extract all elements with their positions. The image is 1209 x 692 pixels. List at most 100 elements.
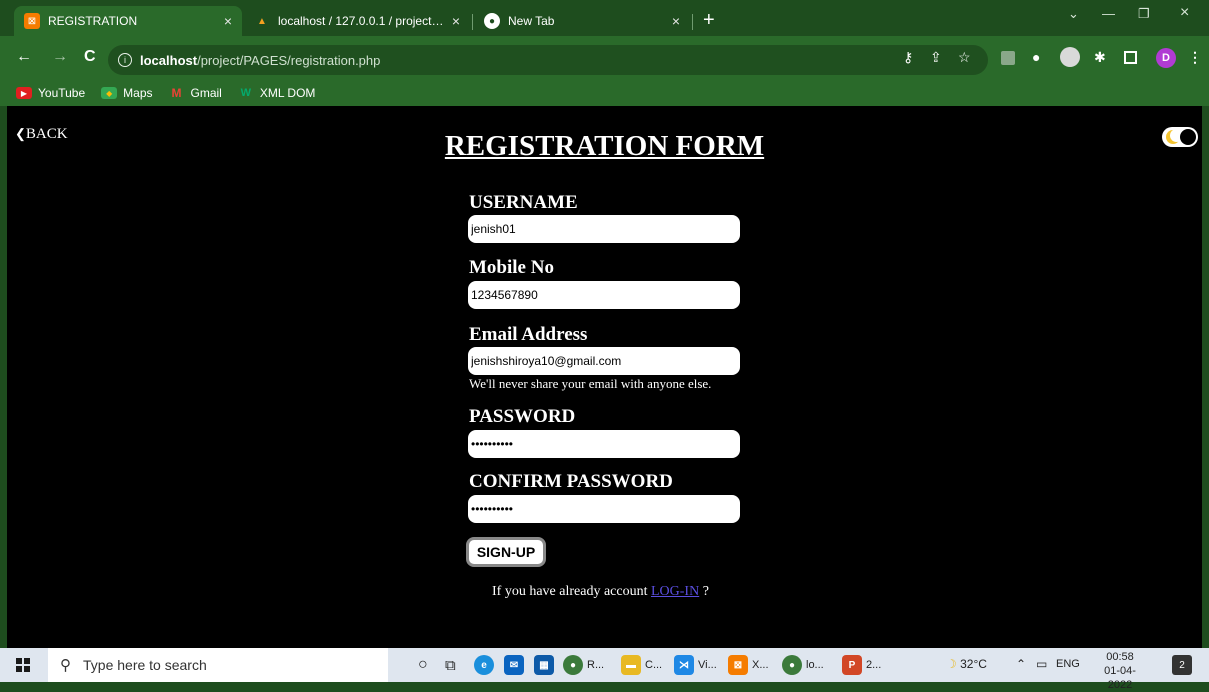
- gmail-icon: M: [171, 86, 182, 100]
- username-input[interactable]: [468, 215, 740, 243]
- new-tab-button[interactable]: +: [703, 10, 715, 30]
- address-path: /project/PAGES/registration.php: [197, 52, 381, 68]
- site-info-icon[interactable]: i: [118, 53, 132, 67]
- clock-date: 01-04-2022: [1104, 665, 1136, 691]
- tab-new-tab[interactable]: ● New Tab ×: [474, 6, 690, 36]
- tray-expand-icon[interactable]: ⌃: [1016, 657, 1026, 671]
- mobile-label: Mobile No: [469, 257, 554, 278]
- theme-toggle[interactable]: [1162, 127, 1198, 147]
- tab-title: localhost / 127.0.0.1 / project / m: [278, 14, 444, 28]
- windows-taskbar: ⚲ Type here to search ○ ⧉ e ✉ ▦ ● R... ▬ C…: [0, 648, 1209, 691]
- reload-icon[interactable]: C: [84, 48, 96, 66]
- chrome-icon: ●: [563, 655, 583, 675]
- signup-button[interactable]: SIGN-UP: [466, 537, 546, 567]
- login-prompt-text: If you have already account: [492, 584, 648, 599]
- taskbar-app-label: Vi...: [698, 659, 717, 671]
- bookmark-label: Gmail: [190, 86, 222, 100]
- vscode-icon: ⋊: [674, 655, 694, 675]
- confirm-password-label: CONFIRM PASSWORD: [469, 471, 673, 492]
- tab-search-icon[interactable]: ⌄: [1068, 6, 1079, 22]
- store-icon: ▦: [534, 655, 554, 675]
- tab-separator: [472, 14, 473, 30]
- bookmark-label: Maps: [123, 86, 153, 100]
- key-icon[interactable]: ⚷: [903, 49, 913, 66]
- taskbar-app[interactable]: ● lo...: [782, 653, 824, 677]
- extension-icon[interactable]: ●: [1032, 49, 1040, 65]
- clock-time: 00:58: [1106, 651, 1134, 663]
- taskbar-app-label: X...: [752, 659, 769, 671]
- taskbar-app-label: R...: [587, 659, 605, 671]
- mail-taskbar-button[interactable]: ✉: [504, 653, 524, 677]
- taskbar-app-label: C...: [645, 659, 663, 671]
- email-input[interactable]: [468, 347, 740, 375]
- youtube-icon: ▶: [16, 87, 32, 99]
- address-bar[interactable]: i localhost/project/PAGES/registration.p…: [108, 45, 988, 75]
- toggle-knob: [1180, 129, 1196, 145]
- taskbar-app-label: lo...: [806, 659, 824, 671]
- password-input[interactable]: [468, 430, 740, 458]
- taskbar-search[interactable]: ⚲ Type here to search: [48, 648, 388, 682]
- windows-start-icon[interactable]: [16, 658, 30, 672]
- profile-avatar[interactable]: D: [1156, 48, 1176, 68]
- weather-temp: 32°C: [960, 657, 987, 671]
- bookmark-xml-dom[interactable]: W XML DOM: [238, 86, 316, 100]
- taskbar-app[interactable]: ⊠ X...: [728, 653, 769, 677]
- bookmarks-bar: ▶ YouTube ◆ Maps M Gmail W XML DOM: [0, 80, 1209, 106]
- menu-kebab-icon[interactable]: ⋮: [1188, 49, 1202, 66]
- forward-arrow-icon[interactable]: →: [52, 48, 68, 66]
- registration-favicon-icon: ⊠: [24, 13, 40, 29]
- powerpoint-icon: P: [842, 655, 862, 675]
- bookmark-label: YouTube: [38, 86, 86, 100]
- taskbar-app[interactable]: ⋊ Vi...: [674, 653, 717, 677]
- tab-registration[interactable]: ⊠ REGISTRATION ×: [14, 6, 242, 36]
- edge-taskbar-button[interactable]: e: [474, 653, 494, 677]
- restore-button[interactable]: ❐: [1138, 6, 1150, 22]
- chrome-icon: ●: [782, 655, 802, 675]
- maps-icon: ◆: [101, 87, 118, 99]
- address-host: localhost: [140, 52, 198, 68]
- store-taskbar-button[interactable]: ▦: [534, 653, 554, 677]
- login-prompt: If you have already account LOG-IN ?: [492, 584, 709, 600]
- task-view-icon[interactable]: ⧉: [445, 653, 456, 677]
- extension-icon[interactable]: [1060, 47, 1080, 67]
- tab-phpmyadmin[interactable]: ▲ localhost / 127.0.0.1 / project / m ×: [244, 6, 470, 36]
- mail-icon: ✉: [504, 655, 524, 675]
- email-hint: We'll never share your email with anyone…: [469, 376, 712, 391]
- taskbar-app[interactable]: P 2...: [842, 653, 881, 677]
- language-indicator[interactable]: ENG: [1056, 658, 1080, 670]
- notification-count: 2: [1179, 659, 1185, 671]
- tab-title: REGISTRATION: [48, 14, 138, 28]
- mobile-input[interactable]: [468, 281, 740, 309]
- username-label: USERNAME: [469, 192, 578, 213]
- cortana-icon[interactable]: ○: [418, 653, 428, 677]
- side-panel-icon[interactable]: [1124, 51, 1137, 64]
- weather-widget[interactable]: ☽ 32°C: [946, 657, 987, 671]
- login-link[interactable]: LOG-IN: [651, 584, 699, 599]
- battery-icon[interactable]: ▭: [1036, 657, 1047, 671]
- share-icon[interactable]: ⇪: [930, 49, 942, 66]
- taskbar-app[interactable]: ▬ C...: [621, 653, 662, 677]
- back-arrow-icon[interactable]: ←: [16, 48, 32, 66]
- minimize-button[interactable]: —: [1102, 6, 1115, 21]
- chrome-favicon-icon: ●: [484, 13, 500, 29]
- bookmark-label: XML DOM: [259, 86, 316, 100]
- close-window-button[interactable]: ×: [1180, 4, 1189, 22]
- tab-close-icon[interactable]: ×: [452, 13, 460, 29]
- tab-close-icon[interactable]: ×: [672, 13, 680, 29]
- phpmyadmin-favicon-icon: ▲: [257, 15, 267, 27]
- email-label: Email Address: [469, 324, 588, 345]
- taskbar-app[interactable]: ● R...: [563, 653, 604, 677]
- bookmark-youtube[interactable]: ▶ YouTube: [16, 86, 85, 100]
- bookmark-star-icon[interactable]: ☆: [958, 49, 971, 66]
- password-label: PASSWORD: [469, 406, 576, 427]
- confirm-password-input[interactable]: [468, 495, 740, 523]
- extension-icon[interactable]: [1001, 51, 1015, 65]
- edge-icon: e: [474, 655, 494, 675]
- notifications-button[interactable]: 2: [1172, 655, 1192, 675]
- tab-separator: [692, 14, 693, 30]
- bookmark-gmail[interactable]: M Gmail: [169, 86, 222, 100]
- tab-close-icon[interactable]: ×: [224, 13, 232, 29]
- extensions-puzzle-icon[interactable]: ✱: [1094, 49, 1106, 66]
- system-clock[interactable]: 00:58 01-04-2022: [1092, 650, 1148, 692]
- bookmark-maps[interactable]: ◆ Maps: [101, 86, 153, 100]
